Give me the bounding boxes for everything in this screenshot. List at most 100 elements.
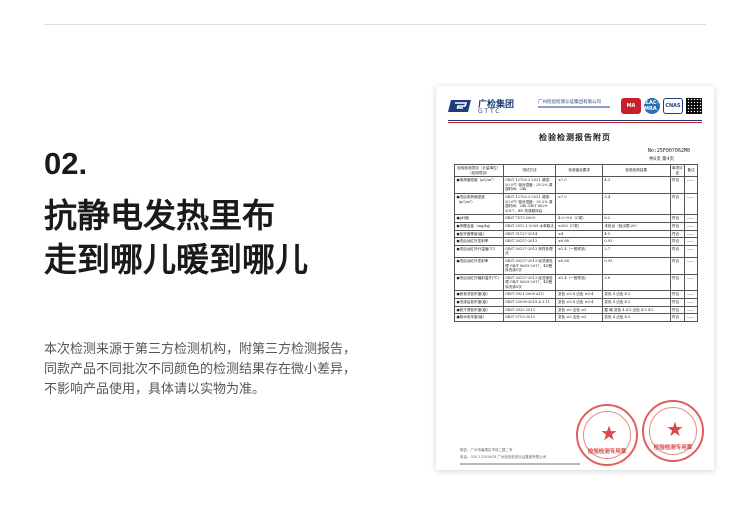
cell-verdict: 符合 (669, 192, 686, 216)
cell-method: GB/T 3921-2008 A(1) (502, 290, 557, 300)
header-item: 检验检测项目（计量单位）（检测项目） (454, 163, 504, 178)
cell-remark: —— (684, 273, 698, 292)
cell-item: ●洗涤后色牢度(级) (454, 298, 504, 307)
cell-verdict: 符合 (669, 305, 686, 315)
cell-standard: ≤300（C类） (555, 221, 603, 231)
cell-method: GB/T 30127-2013 (502, 237, 557, 246)
report-footer-line-1: 报告：广州市番禺区市场二路二号 (460, 448, 513, 452)
cell-verdict: 符合 (669, 176, 686, 194)
cell-remark: —— (684, 298, 698, 307)
cell-item: ●洗后远红外辐射温升(℃) (454, 273, 504, 292)
cell-result: 2.7 (601, 244, 671, 258)
cell-remark: —— (684, 237, 698, 246)
cell-verdict: 符合 (669, 290, 686, 300)
section-description: 本次检测来源于第三方检测机构，附第三方检测报告， 同款产品不同批次不同颜色的检测… (44, 340, 374, 400)
cell-result: 0.93 (601, 237, 671, 246)
cell-method: GB/T 30127-2013 经洗涤处理 GB/T 8629-2017，4N程… (502, 273, 557, 292)
cell-verdict: 符合 (669, 298, 686, 307)
cell-method: GB/T 7573-2009 (502, 214, 557, 223)
cell-standard: 变色 ≥3-4 沾色 ≥3-4 (555, 290, 603, 300)
cell-standard: 变色 ≥3 沾色 ≥3 (555, 313, 603, 322)
description-line-3: 不影响产品使用，具体请以实物为准。 (44, 382, 266, 397)
table-row: ●电荷面密度（μC/m²） GB/T 12703.2-2021 调湿：20.0℃ … (454, 176, 698, 194)
header-method: 测试方法 (502, 163, 557, 178)
header-result: 检验检测结果 (601, 163, 671, 178)
header-standard: 标准值及要求 (555, 163, 603, 178)
cell-method: GB/T 30127-2013 采样处理法 (502, 244, 557, 258)
cell-method: GB/T 12703.2-2021 调湿：20.0℃ 相对湿度：39.2% 调湿… (502, 176, 557, 194)
cell-result: 3.4 (601, 192, 671, 216)
cell-remark: —— (684, 221, 698, 231)
header-verdict: 单项评定 (669, 163, 686, 178)
table-row: ●洗后电荷面密度（μC/m²） GB/T 12703.2-2021 调湿：20.0… (454, 192, 698, 216)
cell-standard: ≥1.4（一般样品） (555, 244, 603, 258)
cell-method: GB/T 23038-2019 A.1.11 (502, 298, 557, 307)
cell-result: 4.3 (601, 176, 671, 194)
table-row: ●洗后远红外升温值(℃) GB/T 30127-2013 采样处理法 ≥1.4（一般… (454, 244, 698, 258)
cell-standard: ≥0.88 (555, 237, 603, 246)
description-line-1: 本次检测来源于第三方检测机构，附第三方检测报告， (44, 342, 357, 357)
cell-result: 未检出（检出限:20） (601, 221, 671, 231)
cell-result: 变色 4 沾色 4-5 (601, 290, 671, 300)
cell-verdict: 符合 (669, 244, 686, 258)
report-title: 检验检测报告附页 (539, 132, 611, 142)
cell-item: ●洗后远红外发射率 (454, 256, 504, 275)
cell-method: GB/T 12703.2-2021 调湿：20.0℃ 相对湿度：39.2% 调湿… (502, 192, 557, 216)
cell-item: ●pH值 (454, 214, 504, 223)
cell-verdict: 符合 (669, 273, 686, 292)
cell-remark: —— (684, 313, 698, 322)
inspection-seal-1: ★ 检验检测专用章 (576, 404, 638, 466)
headline-line-1: 抗静电发热里布 (44, 196, 275, 235)
test-report-image: 广检集团 GTTC 广州检验检测认证集团有限公司 MA ILAC-MRA CNA… (436, 86, 714, 470)
cell-verdict: 符合 (669, 221, 686, 231)
cell-verdict: 符合 (669, 256, 686, 275)
cell-item: ●耐皂洗色牢度(级) (454, 290, 504, 300)
description-line-2: 同款产品不同批次不同颜色的检测结果存在微小差异， (44, 362, 357, 377)
table-row: ●色牢度等级(级) GB/T 31127-2014 ≥4 4-5 符合 —— (454, 229, 698, 239)
cell-remark: —— (684, 214, 698, 223)
seal-text: 检验检测专用章 (653, 445, 693, 451)
cell-verdict: 符合 (669, 237, 686, 246)
cell-item: ●电荷面密度（μC/m²） (454, 176, 504, 194)
cell-result: 酸 碱 变色 4 4-5 沾色 4-5 4-5 (601, 305, 671, 315)
cell-standard: 变色 ≥3-4 沾色 ≥3-4 (555, 298, 603, 307)
top-divider (44, 24, 706, 25)
cell-result: 2.6 (601, 273, 671, 292)
cell-item: ●洗后远红外升温值(℃) (454, 244, 504, 258)
cell-item: ●洗后远红外发射率 (454, 237, 504, 246)
cell-standard: ≥1.4（一般样品） (555, 273, 603, 292)
cell-standard: ≤7.0 (555, 192, 603, 216)
cnas-mark-icon: CNAS (663, 98, 683, 114)
report-page-number: 共6页 第4页 (648, 157, 674, 162)
org-english-name (538, 106, 610, 108)
seal-star-icon: ★ (666, 417, 684, 441)
inspection-seal-2: ★ 检验检测专用章 (642, 400, 704, 462)
cell-result: 变色 4 沾色 4-5 (601, 313, 671, 322)
cell-item: ●洗后电荷面密度（μC/m²） (454, 192, 504, 216)
cell-item: ●色牢度等级(级) (454, 229, 504, 239)
cell-method: GB/T 3922-2013 (502, 305, 557, 315)
cell-verdict: 符合 (669, 313, 686, 322)
cell-remark: —— (684, 290, 698, 300)
seal-text: 检验检测专用章 (587, 449, 627, 455)
cell-standard: ≤7.0 (555, 176, 603, 194)
cell-remark: —— (684, 244, 698, 258)
table-row: ●洗后远红外发射率 GB/T 30127-2013 ≥0.88 0.93 符合 —— (454, 237, 698, 246)
cell-remark: —— (684, 192, 698, 216)
headline-line-2: 走到哪儿暖到哪儿 (44, 240, 308, 279)
seal-star-icon: ★ (600, 421, 618, 445)
cell-remark: —— (684, 256, 698, 275)
cell-standard: 4.0~9.0（C类） (555, 214, 603, 223)
section-number: 02. (44, 146, 88, 181)
header-remark: 备注 (684, 163, 698, 178)
cell-item: ●耐水色牢度(级) (454, 313, 504, 322)
cell-remark: —— (684, 176, 698, 194)
table-header-row: 检验检测项目（计量单位）（检测项目） 测试方法 标准值及要求 检验检测结果 单项… (454, 163, 698, 178)
table-row: ●耐汗渍色牢度(级) GB/T 3922-2013 变色 ≥3 沾色 ≥3 酸 碱 变… (454, 305, 698, 315)
cell-verdict: 符合 (669, 214, 686, 223)
cell-result: 4-5 (601, 229, 671, 239)
cell-standard: ≥4 (555, 229, 603, 239)
section-headline: 抗静电发热里布 走到哪儿暖到哪儿 (44, 194, 308, 282)
qr-code-icon (686, 98, 702, 114)
cell-method: GB/T 5713-2013 (502, 313, 557, 322)
